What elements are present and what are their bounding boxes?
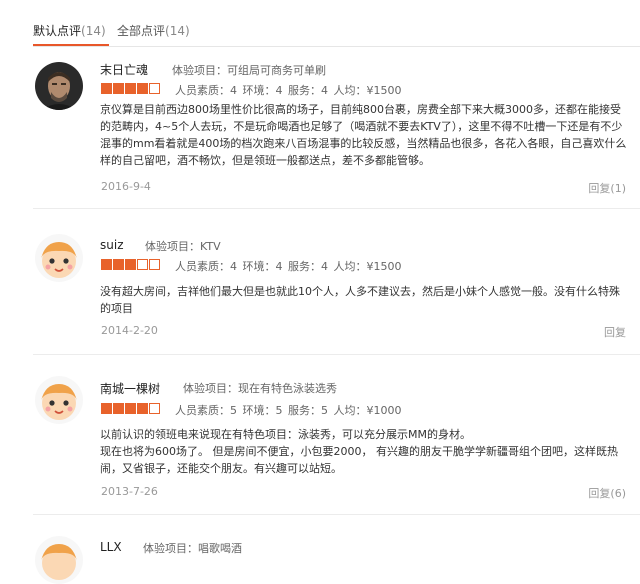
cartoon-avatar-icon (35, 536, 83, 584)
star-filled-icon (125, 83, 136, 94)
star-filled-icon (137, 403, 148, 414)
star-filled-icon (113, 403, 124, 414)
avatar[interactable] (35, 536, 83, 584)
star-empty-icon (137, 259, 148, 270)
star-filled-icon (113, 259, 124, 270)
review-text: 没有超大房间，吉祥他们最大但是也就此10个人，人多不建议去，然后是小妹个人感觉一… (100, 285, 620, 315)
review-date: 2013-7-26 (101, 485, 158, 498)
star-empty-icon (149, 403, 160, 414)
review-date: 2014-2-20 (101, 324, 158, 337)
divider (33, 354, 640, 355)
star-empty-icon (149, 259, 160, 270)
star-rating (101, 259, 160, 271)
star-rating (101, 403, 160, 415)
score-details: 人员素质：4 环境：4 服务：4 人均：¥1500 (175, 84, 402, 97)
star-empty-icon (149, 83, 160, 94)
star-filled-icon (113, 83, 124, 94)
star-filled-icon (125, 259, 136, 270)
star-filled-icon (125, 403, 136, 414)
reviewer-name[interactable]: 末日亡魂 (100, 61, 148, 78)
reply-button[interactable]: 回复 (604, 324, 626, 340)
tab-default-reviews[interactable]: 默认点评(14) (33, 22, 106, 39)
experience-item: 体验项目：可组局可商务可单刷 (172, 64, 326, 77)
divider (33, 514, 640, 515)
star-filled-icon (137, 83, 148, 94)
reply-button[interactable]: 回复(6) (588, 485, 626, 501)
review-text: 以前认识的领班电来说现在有特色项目：泳装秀，可以充分展示MM的身材。 现在也将为… (100, 428, 618, 475)
man-photo-avatar-icon (35, 62, 83, 110)
experience-item: 体验项目：现在有特色泳装选秀 (183, 382, 337, 395)
cartoon-avatar-icon (35, 234, 83, 282)
avatar[interactable] (35, 376, 83, 424)
star-filled-icon (101, 83, 112, 94)
reviewer-name[interactable]: LLX (100, 540, 122, 554)
star-rating (101, 83, 160, 95)
tab-all-reviews[interactable]: 全部点评(14) (117, 22, 190, 39)
tab-label: 默认点评 (33, 24, 82, 38)
tab-label: 全部点评 (117, 24, 166, 38)
score-details: 人员素质：4 环境：4 服务：4 人均：¥1500 (175, 260, 402, 273)
divider (33, 208, 640, 209)
cartoon-avatar-icon (35, 376, 83, 424)
reply-button[interactable]: 回复(1) (588, 180, 626, 196)
tab-count: (14) (165, 24, 190, 38)
review-text: 京仪算是目前西边800场里性价比很高的场子，目前纯800台裹，房费全部下来大概3… (100, 103, 627, 167)
score-details: 人员素质：5 环境：5 服务：5 人均：¥1000 (175, 404, 402, 417)
tab-count: (14) (81, 24, 106, 38)
divider (33, 46, 640, 47)
experience-item: 体验项目：KTV (145, 240, 221, 253)
star-filled-icon (101, 259, 112, 270)
star-filled-icon (101, 403, 112, 414)
reviewer-name[interactable]: suiz (100, 238, 124, 252)
reviewer-name[interactable]: 南城一棵树 (100, 380, 160, 397)
avatar[interactable] (35, 234, 83, 282)
avatar[interactable] (35, 62, 83, 110)
review-date: 2016-9-4 (101, 180, 151, 193)
